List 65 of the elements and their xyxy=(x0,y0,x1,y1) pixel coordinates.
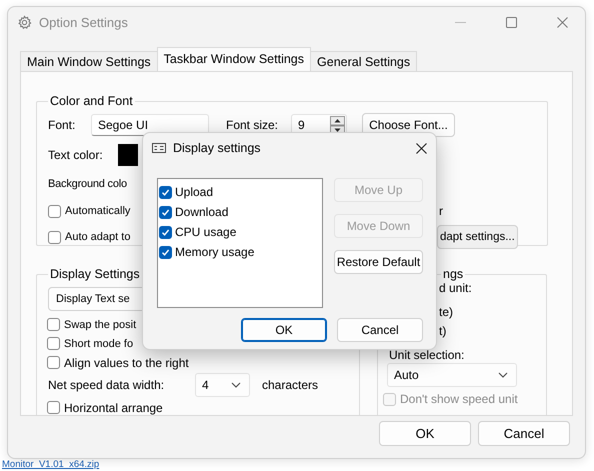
dialog-title: Display settings xyxy=(173,141,261,155)
field-value: 9 xyxy=(298,118,305,132)
settings-icon xyxy=(17,14,32,30)
option-label: t) xyxy=(439,324,448,340)
checkbox[interactable] xyxy=(159,226,172,238)
tab[interactable]: General Settings xyxy=(310,51,418,71)
field-label: Text color: xyxy=(48,148,104,162)
close-icon[interactable] xyxy=(416,142,427,154)
window-title: Option Settings xyxy=(39,14,128,30)
checkbox-label: CPU usage xyxy=(175,225,236,239)
color-swatch[interactable] xyxy=(118,144,138,166)
maximize-icon[interactable] xyxy=(506,16,517,28)
list-icon xyxy=(152,143,166,153)
dropdown-value: Auto xyxy=(394,368,419,382)
checkbox[interactable] xyxy=(47,356,60,369)
checkbox[interactable] xyxy=(48,204,61,218)
checkbox-label: Auto adapt to xyxy=(65,231,130,243)
checkbox-label: Automatically xyxy=(65,205,130,217)
field-label: Font: xyxy=(48,118,76,132)
checkmark-icon xyxy=(161,208,170,216)
field-label: Font size: xyxy=(226,118,280,132)
file-link[interactable]: Monitor_V1.01_x64.zip xyxy=(2,459,100,470)
checkmark-icon xyxy=(161,228,170,236)
unit-label: characters xyxy=(262,378,318,392)
checkbox-label: Short mode fo xyxy=(64,338,134,350)
chevron-down-icon xyxy=(231,382,241,388)
checkmark-icon xyxy=(161,248,170,256)
cancel-button[interactable]: Cancel xyxy=(478,421,570,446)
checkbox-label: Align values to the right xyxy=(64,356,189,370)
checkbox[interactable] xyxy=(159,186,172,198)
checkbox-label: Upload xyxy=(175,185,214,199)
checkbox-label: Memory usage xyxy=(175,245,254,259)
chevron-down-icon xyxy=(498,372,508,378)
ok-button[interactable]: OK xyxy=(241,318,327,342)
checkbox-label: Don't show speed unit xyxy=(400,392,518,406)
font-field[interactable]: Segoe UI xyxy=(91,114,209,136)
label-text: r xyxy=(439,204,443,218)
dropdown-value: 4 xyxy=(202,378,209,392)
tab[interactable]: Main Window Settings xyxy=(20,51,158,71)
option-label: d unit: xyxy=(439,281,473,297)
restore-default-button[interactable]: Restore Default xyxy=(334,250,423,274)
group-title: Display Settings xyxy=(49,267,141,281)
checkmark-icon xyxy=(161,188,170,196)
item-list[interactable]: Upload Download CPU usage Memory usage xyxy=(157,178,323,308)
option-label: te) xyxy=(439,305,454,321)
checkbox[interactable] xyxy=(47,337,60,350)
checkbox[interactable] xyxy=(47,318,60,331)
field-label: Unit selection: xyxy=(389,348,466,363)
ok-button[interactable]: OK xyxy=(379,421,471,446)
adapt-settings-button[interactable]: dapt settings... xyxy=(437,225,518,249)
tab[interactable]: Taskbar Window Settings xyxy=(156,47,312,71)
cancel-button[interactable]: Cancel xyxy=(337,318,423,342)
checkbox-label: Swap the posit xyxy=(64,318,136,330)
field-label: Background colo xyxy=(48,178,127,190)
field-label: Net speed data width: xyxy=(48,378,166,392)
unit-dropdown[interactable]: Auto xyxy=(387,363,517,387)
checkbox-label: Horizontal arrange xyxy=(64,400,163,414)
width-dropdown[interactable]: 4 xyxy=(195,373,250,397)
group-title: ngs xyxy=(442,267,464,281)
checkbox[interactable] xyxy=(159,246,172,258)
checkbox-label: Download xyxy=(175,205,228,219)
checkbox[interactable] xyxy=(159,206,172,218)
group-title: Color and Font xyxy=(49,94,134,108)
checkbox[interactable] xyxy=(47,401,60,414)
checkbox[interactable] xyxy=(48,230,61,244)
